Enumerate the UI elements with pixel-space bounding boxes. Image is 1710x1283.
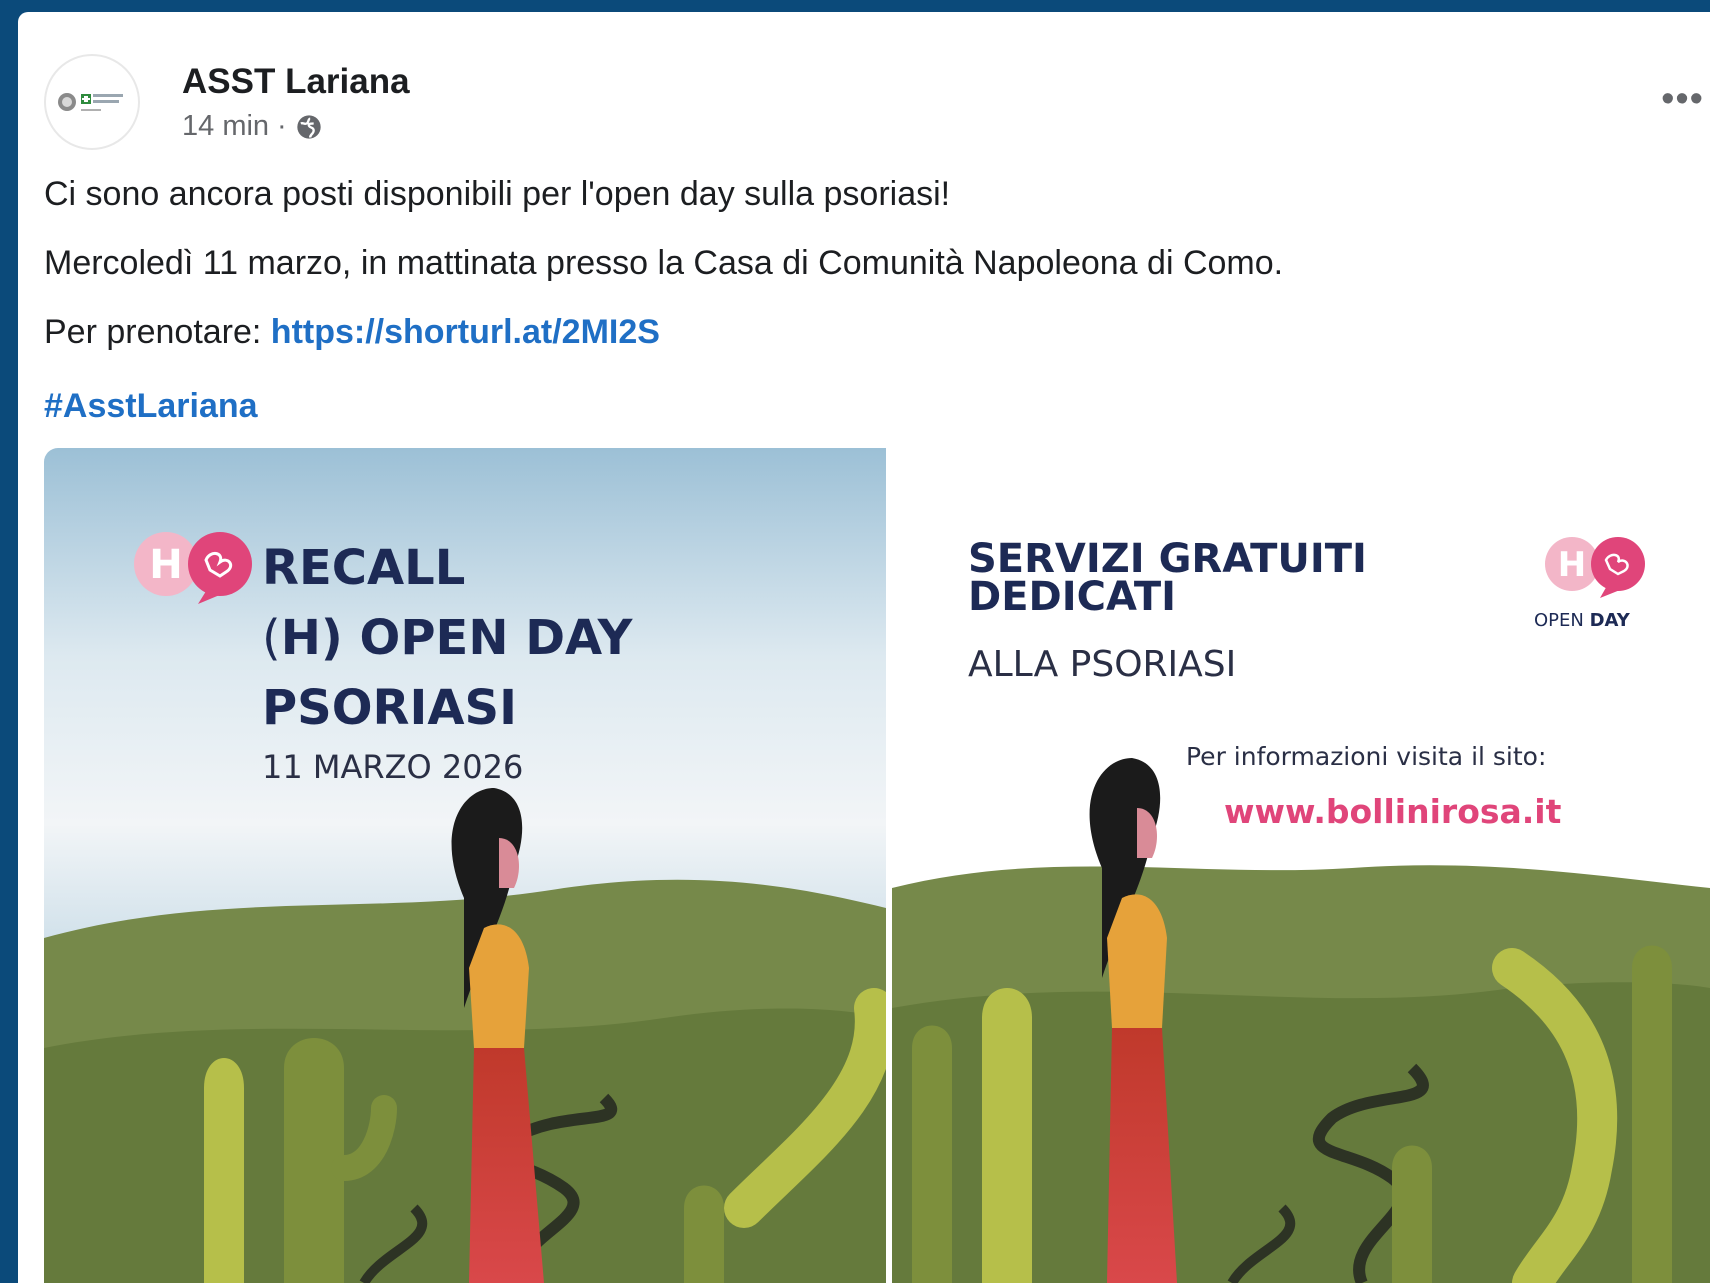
more-options-icon[interactable]: •••	[1661, 80, 1704, 118]
post-line-1: Ci sono ancora posti disponibili per l'o…	[44, 175, 951, 213]
booking-prefix: Per prenotare:	[44, 313, 271, 351]
post-line-2: Mercoledì 11 marzo, in mattinata presso …	[44, 244, 1284, 282]
post-card: ASST Lariana 14 min · ••• Ci sono ancora…	[18, 12, 1710, 1283]
poster-title-line3: PSORIASI	[262, 680, 517, 736]
asst-logo-icon	[58, 93, 123, 111]
post-header: ASST Lariana 14 min · •••	[44, 44, 1710, 154]
post-time[interactable]: 14 min	[182, 110, 269, 143]
paren-open: (	[262, 610, 281, 666]
poster-recall[interactable]: H RECALL (H) OPEN DAY PSORIASI 11 MARZO …	[44, 448, 886, 1283]
open-day-label: OPEN DAY	[1534, 610, 1630, 631]
poster-services[interactable]: SERVIZI GRATUITI DEDICATI ALLA PSORIASI …	[892, 448, 1710, 1283]
post-line-3: Per prenotare: https://shorturl.at/2MI2S	[44, 312, 1690, 352]
author-name[interactable]: ASST Lariana	[182, 62, 410, 102]
post-meta: 14 min ·	[182, 110, 323, 143]
open-label: OPEN	[1534, 610, 1584, 631]
h-open-day-badge-icon: H	[134, 532, 252, 604]
post-media[interactable]: H RECALL (H) OPEN DAY PSORIASI 11 MARZO …	[44, 448, 1710, 1283]
post-text: Ci sono ancora posti disponibili per l'o…	[44, 174, 1690, 460]
services-title-line2: DEDICATI	[968, 574, 1176, 620]
info-text: Per informazioni visita il sito:	[1186, 742, 1547, 771]
badge-h: H	[149, 542, 182, 588]
page-avatar[interactable]	[44, 54, 140, 150]
booking-link[interactable]: https://shorturl.at/2MI2S	[271, 313, 660, 351]
title-h: H	[280, 610, 321, 666]
globe-icon	[297, 114, 321, 139]
hashtag-link[interactable]: #AsstLariana	[44, 386, 1690, 426]
poster-date: 11 MARZO 2026	[262, 748, 524, 786]
services-subtitle: ALLA PSORIASI	[968, 644, 1237, 685]
site-url: www.bollinirosa.it	[1224, 792, 1562, 831]
h-open-day-badge-icon-small: H	[1545, 537, 1645, 598]
title-open-day: ) OPEN DAY	[320, 610, 633, 666]
day-label: DAY	[1589, 610, 1630, 631]
poster-title-line2: (H) OPEN DAY	[262, 610, 632, 666]
badge-h-small: H	[1558, 545, 1586, 585]
meta-separator: ·	[277, 110, 287, 142]
poster-title-line1: RECALL	[262, 540, 466, 596]
